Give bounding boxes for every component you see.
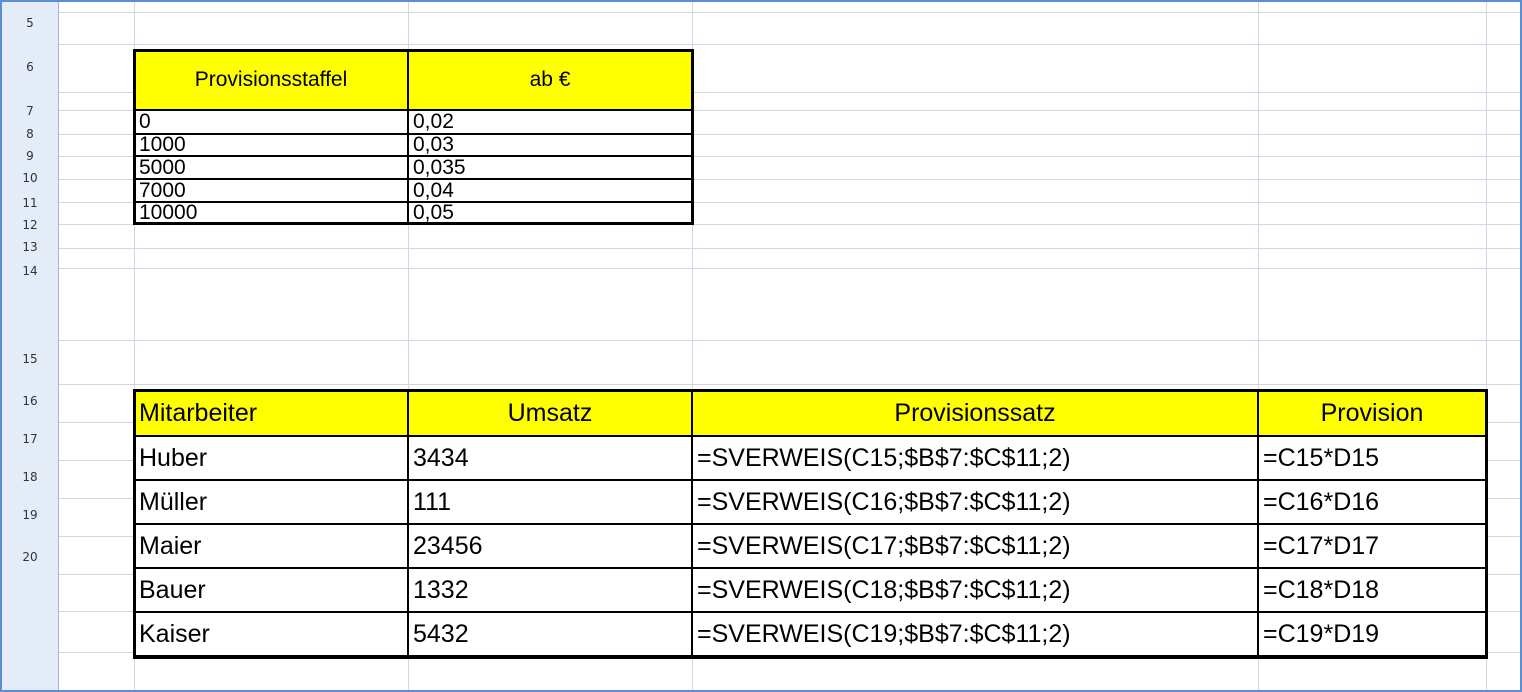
- table2-cell[interactable]: =C16*D16: [1258, 480, 1486, 524]
- gridline-horizontal: [59, 224, 1520, 225]
- table1-cell[interactable]: 0,035: [408, 156, 692, 179]
- table1-cell[interactable]: 0,05: [408, 202, 692, 224]
- table2-cell[interactable]: =SVERWEIS(C17;$B$7:$C$11;2): [692, 524, 1258, 568]
- row-number-17[interactable]: 17: [2, 428, 58, 450]
- row-number-13[interactable]: 13: [2, 236, 58, 258]
- table2-cell[interactable]: 1332: [408, 568, 692, 612]
- gridline-horizontal: [59, 44, 1520, 45]
- gridline-vertical: [1486, 2, 1487, 690]
- table2-cell[interactable]: 111: [408, 480, 692, 524]
- table1-cell[interactable]: 0: [134, 110, 408, 134]
- table1-header-provisionsstaffel[interactable]: Provisionsstaffel: [134, 50, 408, 110]
- table1-cell[interactable]: 1000: [134, 134, 408, 156]
- row-number-18[interactable]: 18: [2, 466, 58, 488]
- row-header-column: 5 6 7 8 9 10 11 12 13 14 15 16 17 18 19 20: [2, 2, 59, 690]
- gridline-horizontal: [59, 340, 1520, 341]
- table2-cell[interactable]: =C18*D18: [1258, 568, 1486, 612]
- table2-cell[interactable]: =SVERWEIS(C15;$B$7:$C$11;2): [692, 436, 1258, 480]
- table2-header-provisionssatz[interactable]: Provisionssatz: [692, 390, 1258, 436]
- table1-cell[interactable]: 0,04: [408, 179, 692, 202]
- table2-cell[interactable]: Maier: [134, 524, 408, 568]
- gridline-horizontal: [59, 268, 1520, 269]
- gridline-horizontal: [59, 384, 1520, 385]
- table1-header-ab-euro[interactable]: ab €: [408, 50, 692, 110]
- gridline-horizontal: [59, 12, 1520, 13]
- table2-header-provision[interactable]: Provision: [1258, 390, 1486, 436]
- table1-cell[interactable]: 0,03: [408, 134, 692, 156]
- table1-cell[interactable]: 10000: [134, 202, 408, 224]
- gridline-horizontal: [59, 248, 1520, 249]
- row-number-15[interactable]: 15: [2, 348, 58, 370]
- table2-cell[interactable]: Kaiser: [134, 612, 408, 656]
- row-number-5[interactable]: 5: [2, 12, 58, 34]
- table2-cell[interactable]: =C17*D17: [1258, 524, 1486, 568]
- table2-cell[interactable]: =C19*D19: [1258, 612, 1486, 656]
- table2-cell[interactable]: Bauer: [134, 568, 408, 612]
- table2-header-mitarbeiter[interactable]: Mitarbeiter: [134, 390, 408, 436]
- row-number-7[interactable]: 7: [2, 100, 58, 122]
- table1-cell[interactable]: 7000: [134, 179, 408, 202]
- table1-cell[interactable]: 5000: [134, 156, 408, 179]
- row-number-12[interactable]: 12: [2, 214, 58, 236]
- table2-cell[interactable]: =SVERWEIS(C18;$B$7:$C$11;2): [692, 568, 1258, 612]
- table1-cell[interactable]: 0,02: [408, 110, 692, 134]
- row-number-8[interactable]: 8: [2, 123, 58, 145]
- row-number-9[interactable]: 9: [2, 145, 58, 167]
- row-number-11[interactable]: 11: [2, 192, 58, 214]
- table2-cell[interactable]: Müller: [134, 480, 408, 524]
- row-number-19[interactable]: 19: [2, 504, 58, 526]
- table2-cell[interactable]: =SVERWEIS(C16;$B$7:$C$11;2): [692, 480, 1258, 524]
- table2-cell[interactable]: 3434: [408, 436, 692, 480]
- gridline-horizontal: [59, 690, 1522, 691]
- table2-cell[interactable]: 23456: [408, 524, 692, 568]
- table2-cell[interactable]: =SVERWEIS(C19;$B$7:$C$11;2): [692, 612, 1258, 656]
- row-number-14[interactable]: 14: [2, 260, 58, 282]
- table2-header-umsatz[interactable]: Umsatz: [408, 390, 692, 436]
- table2-cell[interactable]: Huber: [134, 436, 408, 480]
- row-number-6[interactable]: 6: [2, 56, 58, 78]
- row-number-10[interactable]: 10: [2, 167, 58, 189]
- table2-cell[interactable]: 5432: [408, 612, 692, 656]
- table2-cell[interactable]: =C15*D15: [1258, 436, 1486, 480]
- spreadsheet-view: 5 6 7 8 9 10 11 12 13 14 15 16 17 18 19 20 Provisionsst…: [0, 0, 1522, 692]
- row-number-16[interactable]: 16: [2, 390, 58, 412]
- row-number-20[interactable]: 20: [2, 546, 58, 568]
